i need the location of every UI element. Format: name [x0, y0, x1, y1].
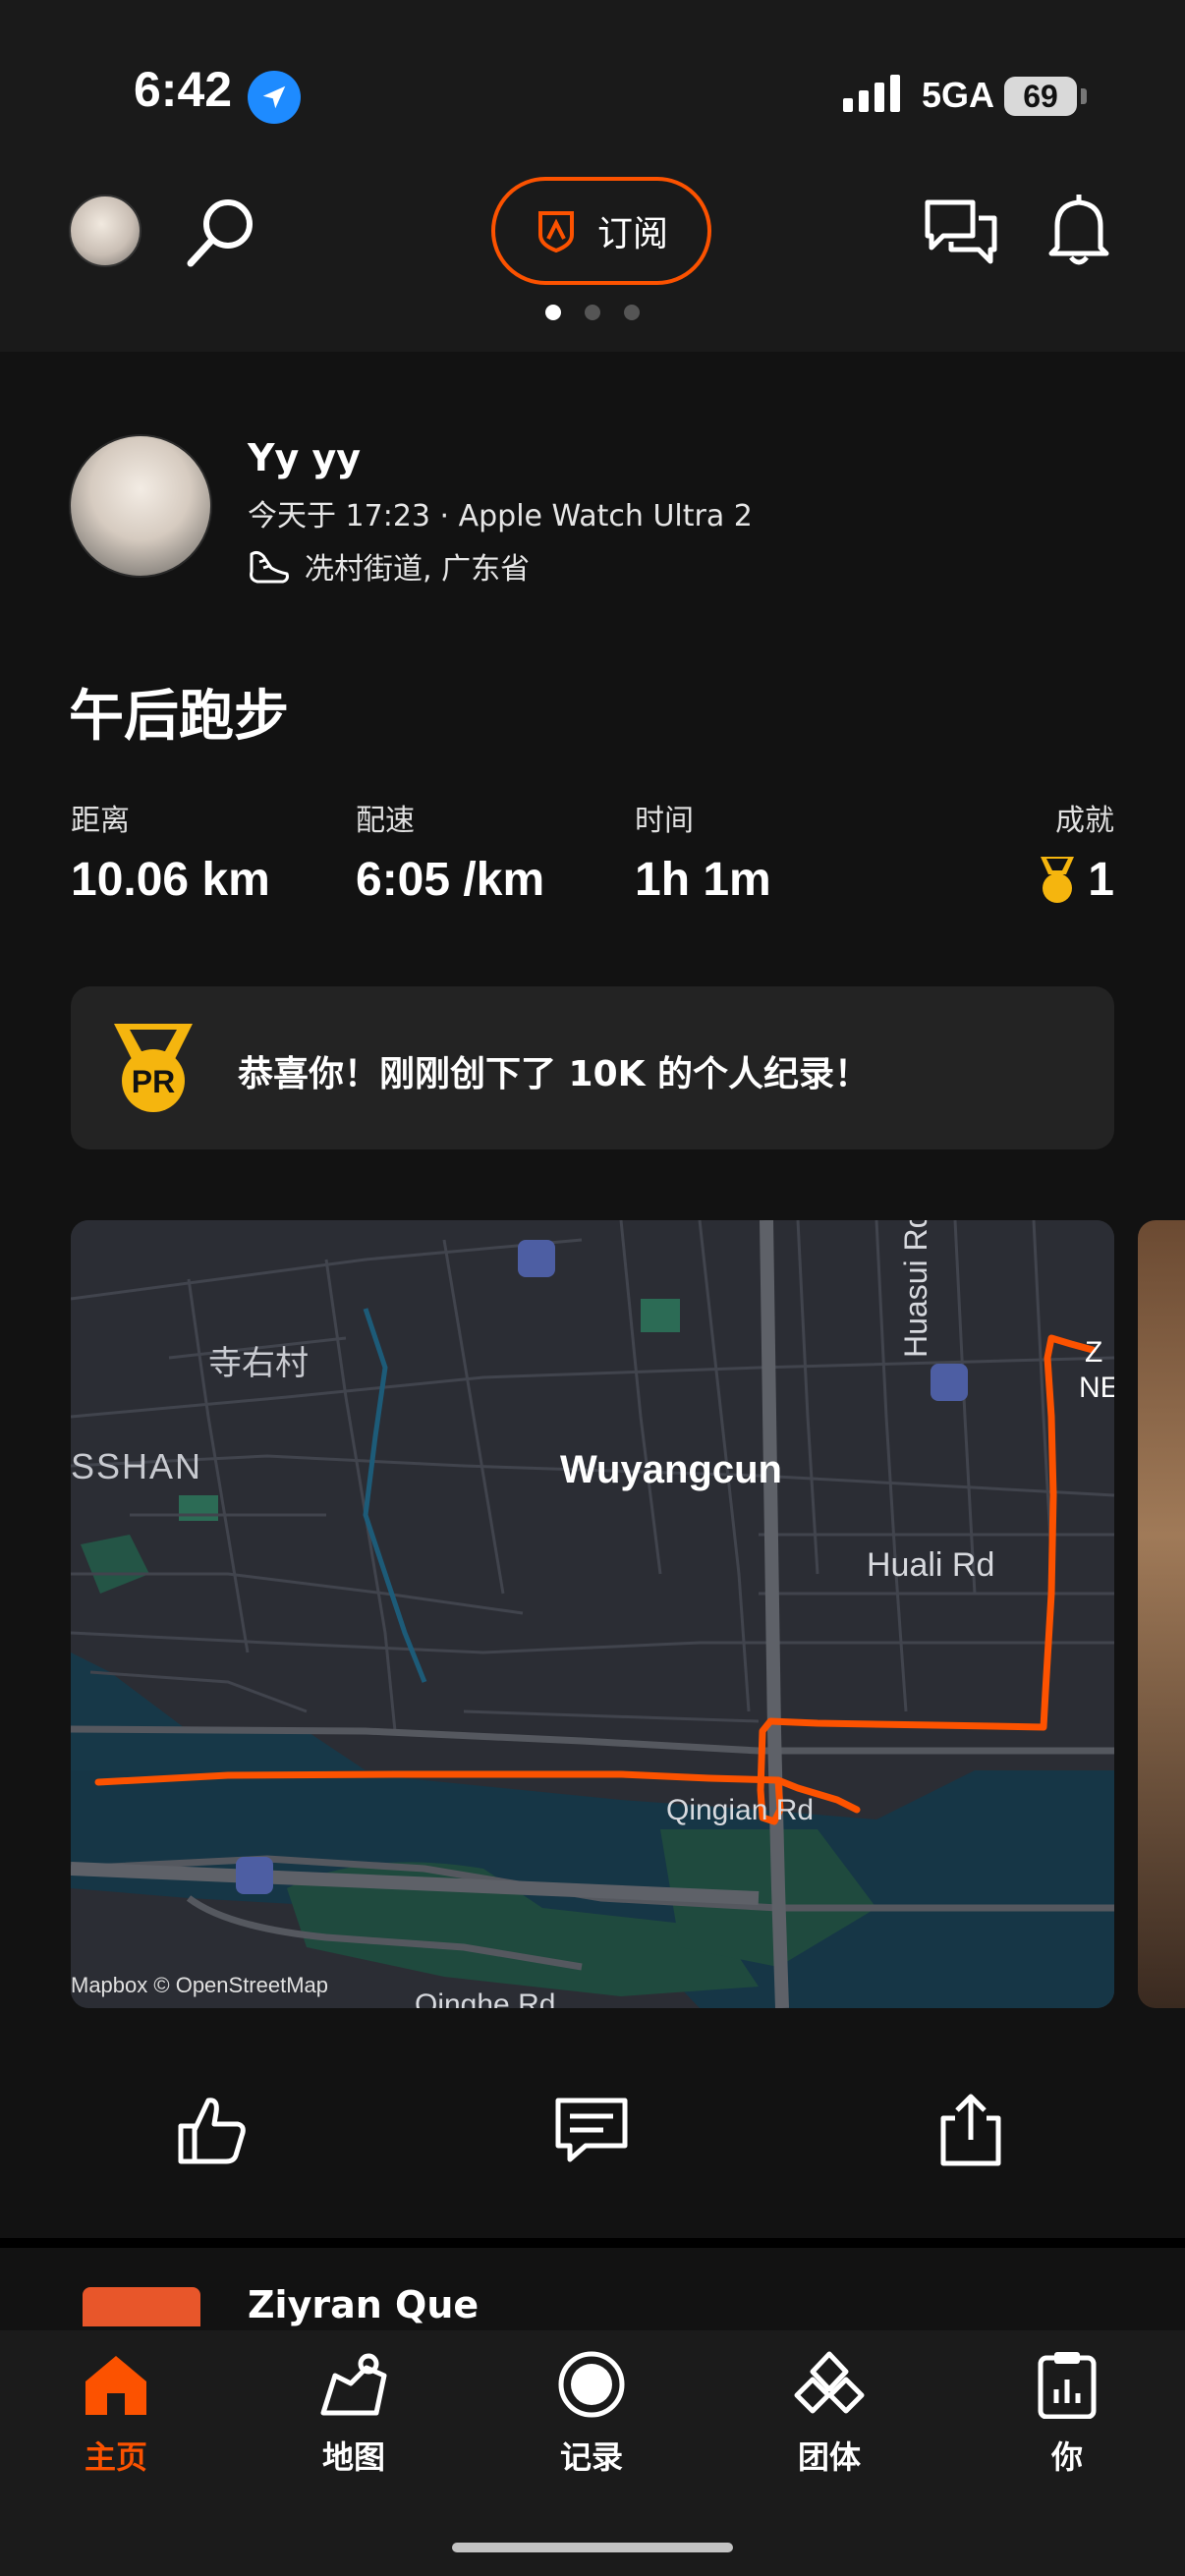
share-icon[interactable]	[931, 2091, 1010, 2173]
tab-maps[interactable]: 地图	[275, 2350, 432, 2478]
route-map[interactable]: 寺右村 SSHAN Wuyangcun Huali Rd Huasui Rd Q…	[71, 1220, 1114, 2008]
stat-label: 时间	[635, 804, 694, 838]
strava-shield-icon	[537, 211, 574, 252]
map-icon	[320, 2353, 387, 2416]
tab-record[interactable]: 记录	[513, 2350, 670, 2478]
kudos-thumbs-up-icon[interactable]	[173, 2091, 252, 2173]
stat-pace: 配速 6:05 /km	[356, 796, 544, 907]
running-shoe-icon	[250, 550, 289, 584]
home-indicator	[452, 2543, 733, 2552]
stat-label: 配速	[356, 804, 415, 838]
tab-groups[interactable]: 团体	[751, 2350, 908, 2478]
stat-achievements[interactable]: 成就 1	[1035, 796, 1114, 907]
battery-icon: 69	[1004, 77, 1077, 116]
medal-icon	[1041, 856, 1075, 903]
next-author-avatar[interactable]	[83, 2287, 200, 2326]
next-author-name[interactable]: Ziyran Que	[248, 2283, 479, 2326]
activity-meta: 今天于 17:23 · Apple Watch Ultra 2	[248, 499, 753, 533]
tab-label: 你	[1050, 2438, 1083, 2476]
tab-label: 主页	[84, 2438, 147, 2476]
author-avatar[interactable]	[69, 434, 212, 578]
pr-message: 恭喜你！刚刚创下了 10K 的个人纪录！	[238, 1054, 871, 1094]
metro-station-icon	[931, 1364, 968, 1401]
pager-dot[interactable]	[624, 305, 640, 320]
location-label: 冼村街道, 广东省	[305, 552, 531, 587]
tab-label: 团体	[797, 2438, 861, 2476]
map-label-road: Huali Rd	[867, 1546, 995, 1584]
pager-dot[interactable]	[545, 305, 561, 320]
stat-value: 1h 1m	[635, 854, 771, 906]
metro-station-icon	[518, 1240, 555, 1277]
comment-icon[interactable]	[552, 2091, 631, 2173]
stat-value: 6:05 /km	[356, 854, 545, 906]
tab-label: 记录	[559, 2438, 623, 2476]
messages-icon[interactable]	[922, 193, 1000, 275]
location-arrow-icon	[248, 71, 301, 124]
pr-medal-icon: PR	[114, 1024, 193, 1112]
cellular-signal-icon	[843, 75, 900, 112]
record-icon	[558, 2351, 625, 2418]
activity-location: 冼村街道, 广东省	[248, 544, 530, 588]
author-name[interactable]: Yy yy	[248, 436, 361, 479]
top-navigation: 订阅	[0, 167, 1185, 295]
pr-banner[interactable]: PR 恭喜你！刚刚创下了 10K 的个人纪录！	[71, 986, 1114, 1149]
profile-avatar[interactable]	[69, 195, 141, 267]
next-media-thumbnail[interactable]	[1138, 1220, 1185, 2008]
home-icon	[85, 2356, 146, 2415]
stat-label: 距离	[71, 804, 130, 838]
stat-time: 时间 1h 1m	[635, 796, 771, 907]
map-label-edge: Z	[1085, 1336, 1103, 1369]
status-time: 6:42	[134, 62, 233, 117]
map-label-district: SSHAN	[71, 1446, 203, 1486]
map-label-road: Qingian Rd	[666, 1794, 815, 1826]
profile-clipboard-icon	[1038, 2352, 1097, 2420]
stat-distance: 距离 10.06 km	[71, 796, 270, 907]
metro-station-icon	[236, 1857, 273, 1894]
activity-actions	[0, 2063, 1185, 2201]
map-label-village: 寺右村	[208, 1345, 309, 1382]
pr-badge-text: PR	[132, 1064, 175, 1099]
notifications-bell-icon[interactable]	[1040, 191, 1118, 273]
achievements-count: 1	[1088, 854, 1114, 906]
groups-icon	[794, 2351, 865, 2414]
stat-label: 成就	[1055, 804, 1114, 838]
status-bar: 6:42 5GA 69	[0, 0, 1185, 167]
map-label-road: Qinghe Rd	[415, 1988, 556, 2008]
tab-label: 地图	[321, 2438, 385, 2476]
carousel-pager	[0, 295, 1185, 352]
bottom-tab-bar: 主页 地图 记录 团体 你	[0, 2330, 1185, 2576]
pager-dot[interactable]	[585, 305, 600, 320]
subscribe-label: 订阅	[596, 214, 668, 254]
map-label-area: Wuyangcun	[560, 1448, 782, 1491]
activity-title[interactable]: 午后跑步	[69, 672, 289, 752]
map-label-edge: NE	[1079, 1372, 1114, 1404]
tab-home[interactable]: 主页	[37, 2350, 195, 2478]
battery-tip	[1081, 88, 1087, 104]
subscribe-button[interactable]: 订阅	[491, 177, 711, 285]
stat-value: 10.06 km	[71, 854, 270, 906]
search-icon[interactable]	[183, 193, 261, 275]
map-label-road: Huasui Rd	[898, 1220, 933, 1358]
network-type: 5GA	[922, 75, 995, 115]
map-attribution[interactable]: Mapbox © OpenStreetMap	[71, 1973, 328, 1998]
tab-you[interactable]: 你	[988, 2350, 1146, 2478]
